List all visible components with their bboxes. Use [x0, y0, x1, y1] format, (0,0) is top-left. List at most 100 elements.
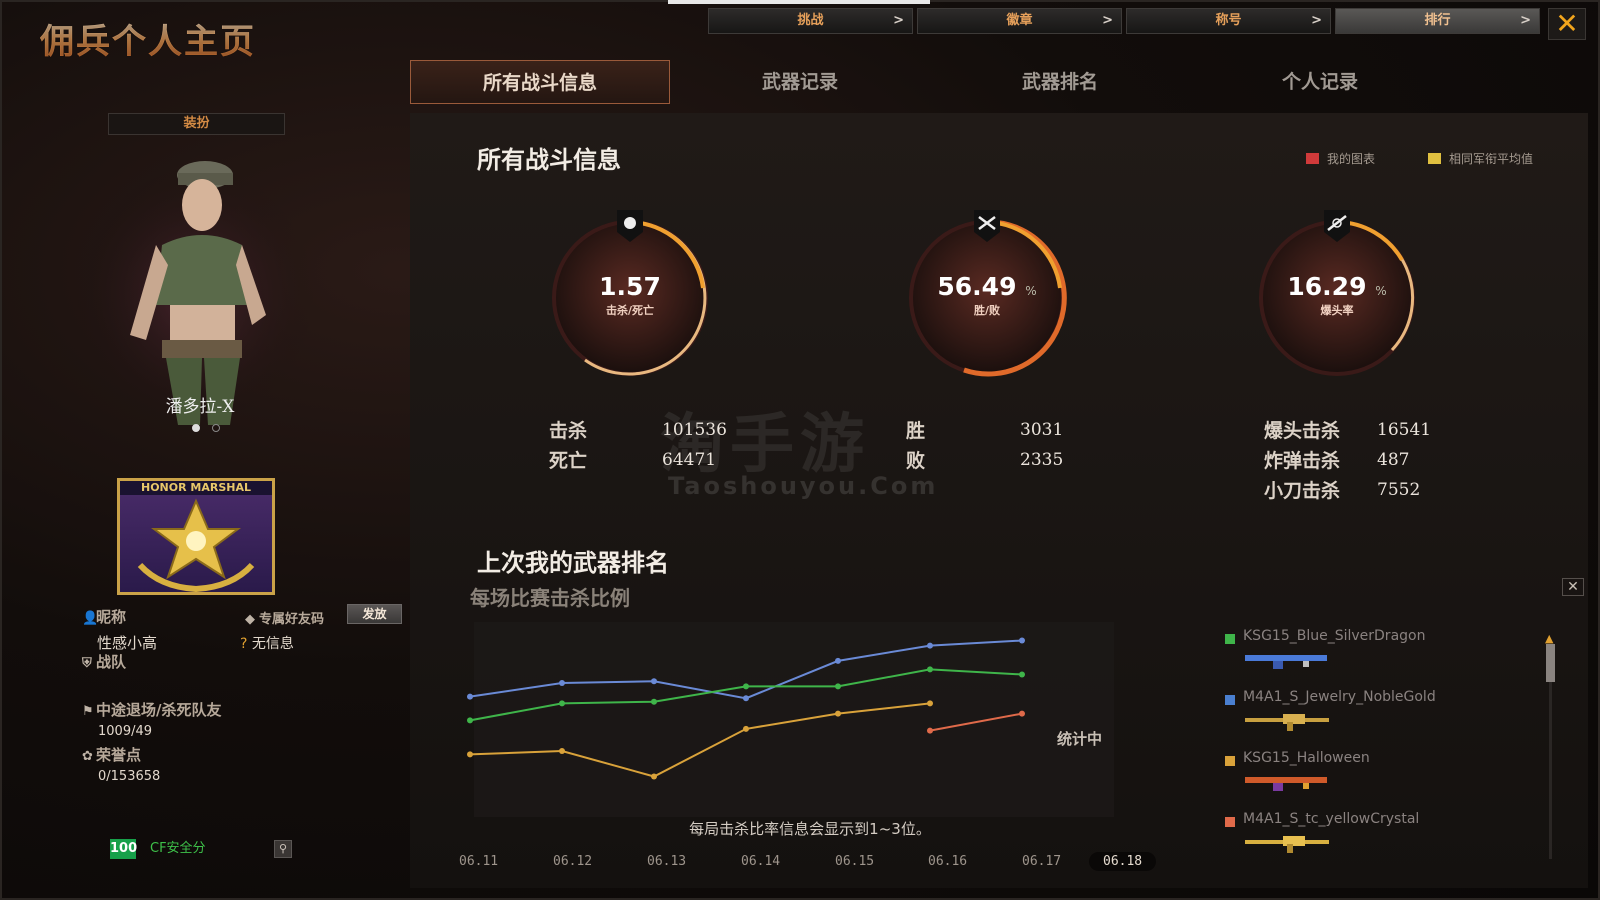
x-axis-label[interactable]: 06.16	[928, 854, 967, 869]
chevron-right-icon: >	[1311, 13, 1322, 28]
kill-ratio-subtitle: 每场比赛击杀比例	[470, 586, 630, 610]
weapon-list-scrollbar[interactable]: ▲	[1545, 632, 1557, 872]
running-figure-icon: ⚑	[82, 704, 94, 719]
weapon-list: KSG15_Blue_SilverDragon M4A1_S_Jewelry_N…	[1225, 628, 1525, 872]
nickname-value: 性感小高	[97, 634, 158, 652]
page-title: 佣兵个人主页	[40, 14, 256, 63]
security-score: 100	[110, 839, 137, 859]
data-point[interactable]	[927, 727, 933, 734]
data-point[interactable]	[1019, 637, 1025, 644]
tab-weapon-records[interactable]: 武器记录	[670, 60, 930, 104]
weapon-name: M4A1_S_Jewelry_NobleGold	[1243, 689, 1436, 705]
deaths-label: 死亡	[549, 450, 588, 472]
close-icon[interactable]: ✕	[1548, 8, 1586, 40]
legend-swatch	[1306, 153, 1319, 164]
gauge-label: 爆头率	[1320, 304, 1354, 317]
data-point[interactable]	[927, 700, 933, 707]
watermark-url: Taoshouyou.Com	[668, 472, 939, 500]
close-icon[interactable]: ✕	[1562, 578, 1584, 596]
losses-value: 2335	[1020, 450, 1064, 470]
tab-personal-records[interactable]: 个人记录	[1190, 60, 1450, 104]
x-axis-label-selected[interactable]: 06.18	[1089, 852, 1157, 871]
nav-ranking-button[interactable]: 排行 >	[1335, 8, 1540, 34]
data-point[interactable]	[467, 693, 473, 700]
chart-status: 统计中	[1057, 730, 1103, 748]
kills-value: 101536	[662, 420, 727, 440]
data-point[interactable]	[743, 695, 749, 702]
friend-code-label: ◆ 专属好友码	[245, 612, 325, 627]
gauge-value: 1.57	[599, 272, 661, 301]
weapon-item[interactable]: M4A1_S_Jewelry_NobleGold	[1225, 689, 1525, 750]
data-point[interactable]	[927, 642, 933, 649]
x-axis-label[interactable]: 06.17	[1022, 854, 1061, 869]
gauge-headshot: 16.29 % 爆头率	[1252, 210, 1422, 380]
data-point[interactable]	[559, 680, 565, 686]
weapon-name: M4A1_S_tc_yellowCrystal	[1243, 811, 1420, 827]
legend-mine: 我的图表	[1306, 150, 1375, 167]
data-point[interactable]	[1019, 671, 1025, 678]
data-point[interactable]	[651, 678, 657, 685]
search-icon[interactable]: ⚲	[274, 840, 292, 858]
headshot-kills-value: 16541	[1377, 420, 1432, 440]
rifle-icon	[1245, 714, 1329, 731]
data-point[interactable]	[835, 683, 841, 690]
carousel-dot[interactable]	[192, 424, 200, 432]
weapon-name: KSG15_Blue_SilverDragon	[1243, 628, 1426, 644]
weapon-item[interactable]: KSG15_Blue_SilverDragon	[1225, 628, 1525, 689]
tab-all-battle-info[interactable]: 所有战斗信息	[410, 60, 670, 104]
data-point[interactable]	[467, 751, 473, 758]
chevron-right-icon: >	[1102, 13, 1113, 28]
tab-weapon-ranking[interactable]: 武器排名	[930, 60, 1190, 104]
x-axis-label[interactable]: 06.12	[553, 854, 592, 869]
scroll-thumb[interactable]	[1546, 644, 1555, 682]
data-point[interactable]	[927, 666, 933, 673]
security-label: CF安全分	[150, 841, 206, 856]
nav-title-button[interactable]: 称号 >	[1126, 8, 1331, 34]
legend-average: 相同军衔平均值	[1428, 150, 1533, 167]
laurel-icon: ✿	[82, 749, 93, 764]
data-point[interactable]	[467, 717, 473, 724]
badge-title: HONOR MARSHAL	[120, 481, 272, 495]
gauge-winrate: 56.49 % 胜/败	[902, 210, 1072, 380]
chevron-right-icon: >	[893, 13, 904, 28]
data-point[interactable]	[559, 700, 565, 707]
data-point[interactable]	[743, 683, 749, 690]
tag-icon: ◆	[245, 612, 255, 627]
section-title: 所有战斗信息	[477, 146, 621, 174]
character-avatar	[75, 161, 315, 425]
data-point[interactable]	[835, 710, 841, 717]
top-nav: 挑战 > 徽章 > 称号 > 排行 >	[708, 8, 1540, 34]
carousel-dots	[192, 424, 220, 432]
help-icon: ?	[240, 636, 248, 652]
weapon-item[interactable]: KSG15_Halloween	[1225, 750, 1525, 811]
weapon-name: KSG15_Halloween	[1243, 750, 1370, 766]
data-point[interactable]	[651, 773, 657, 780]
bomb-kills-label: 炸弹击杀	[1264, 450, 1341, 472]
data-point[interactable]	[1019, 710, 1025, 717]
x-axis-label[interactable]: 06.15	[835, 854, 874, 869]
weapon-item[interactable]: M4A1_S_tc_yellowCrystal	[1225, 811, 1525, 872]
carousel-dot[interactable]	[212, 424, 220, 432]
gauge-value: 56.49 %	[937, 272, 1037, 301]
nav-challenge-button[interactable]: 挑战 >	[708, 8, 913, 34]
data-point[interactable]	[835, 657, 841, 664]
x-axis-label[interactable]: 06.11	[459, 854, 498, 869]
legend-swatch	[1428, 153, 1441, 164]
data-point[interactable]	[651, 698, 657, 705]
wins-label: 胜	[906, 420, 926, 442]
star-emblem-icon	[137, 498, 255, 593]
top-highlight	[668, 0, 930, 4]
person-icon: 👤	[82, 611, 99, 626]
wins-value: 3031	[1020, 420, 1064, 440]
nav-badge-button[interactable]: 徽章 >	[917, 8, 1122, 34]
x-axis-label[interactable]: 06.13	[647, 854, 686, 869]
x-axis-label[interactable]: 06.14	[741, 854, 780, 869]
data-point[interactable]	[743, 725, 749, 732]
rank-badge: HONOR MARSHAL	[117, 478, 275, 595]
gauge-label: 击杀/死亡	[605, 304, 655, 317]
data-point[interactable]	[559, 748, 565, 754]
bomb-kills-value: 487	[1377, 450, 1410, 470]
dress-up-button[interactable]: 装扮	[108, 113, 285, 135]
quit-teamkill-value: 1009/49	[98, 724, 153, 739]
send-button[interactable]: 发放	[347, 604, 402, 624]
